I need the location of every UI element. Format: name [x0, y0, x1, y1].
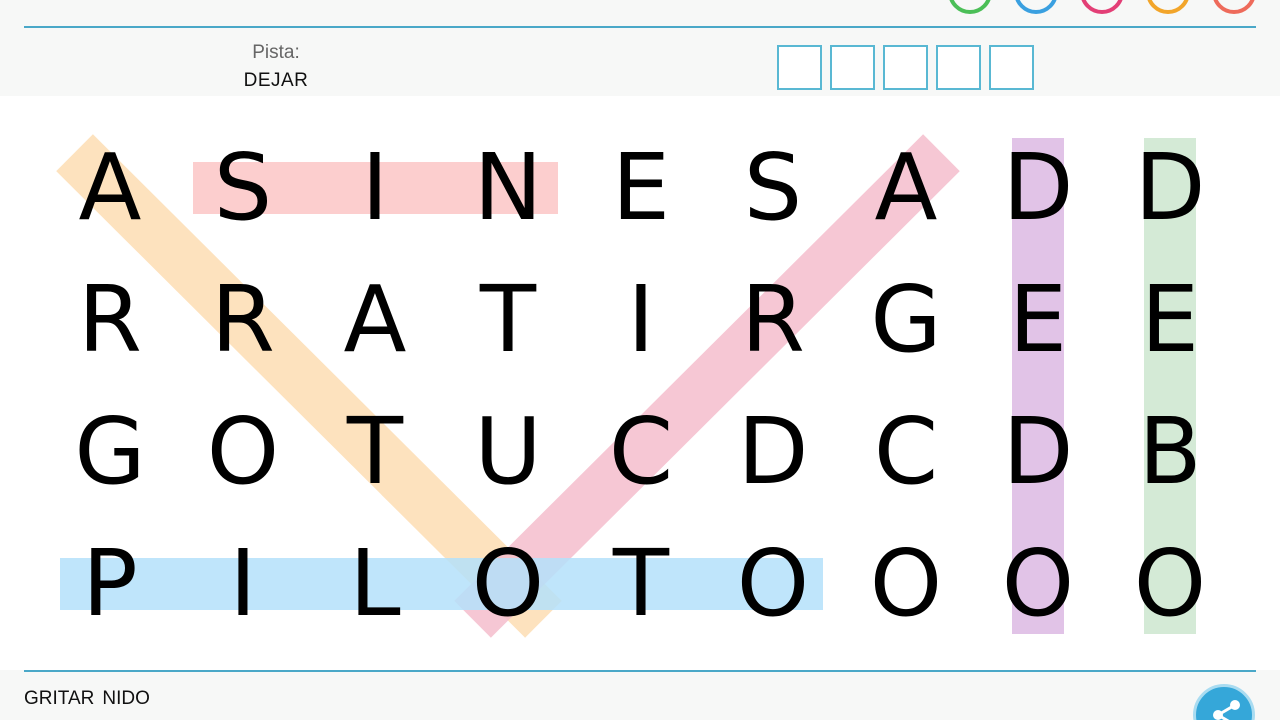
grid-letter[interactable]: D [1110, 128, 1230, 248]
grid-letter[interactable]: I [581, 260, 701, 380]
answer-slot [883, 45, 928, 90]
grid-letter[interactable]: R [713, 260, 833, 380]
grid-letter[interactable]: L [315, 524, 435, 644]
grid-letter[interactable]: G [846, 260, 966, 380]
grid-letter[interactable]: A [50, 128, 170, 248]
hint-panel: Pista: DEJAR [200, 42, 352, 92]
top-toolbar [0, 0, 1280, 26]
grid-letter[interactable]: T [581, 524, 701, 644]
grid-letter[interactable]: I [315, 128, 435, 248]
grid-letter[interactable]: U [448, 392, 568, 512]
found-words-list: GRITAR NIDO [24, 688, 150, 710]
grid-letter[interactable]: N [448, 128, 568, 248]
grid-letter[interactable]: R [50, 260, 170, 380]
grid-letter[interactable]: G [50, 392, 170, 512]
grid-letter[interactable]: O [1110, 524, 1230, 644]
grid-letter[interactable]: C [581, 392, 701, 512]
grid-letter[interactable]: O [978, 524, 1098, 644]
green-icon[interactable] [948, 0, 992, 14]
grid-letter[interactable]: E [978, 260, 1098, 380]
orange-icon[interactable] [1146, 0, 1190, 14]
found-word: NIDO [102, 688, 150, 709]
grid-letter[interactable]: R [183, 260, 303, 380]
grid-letter[interactable]: O [183, 392, 303, 512]
grid-letter[interactable]: D [713, 392, 833, 512]
hint-label: Pista: [252, 42, 300, 63]
answer-slot [989, 45, 1034, 90]
grid-letter[interactable]: O [713, 524, 833, 644]
grid-letter[interactable]: B [1110, 392, 1230, 512]
hint-word: DEJAR [243, 70, 309, 91]
pink-icon[interactable] [1080, 0, 1124, 14]
share-button[interactable] [1193, 684, 1255, 720]
grid-letter[interactable]: D [978, 392, 1098, 512]
letter-grid[interactable]: ASINESADDRRATIRGEEGOTUCDCDBPILOTOOOO [0, 96, 1280, 670]
grid-letter[interactable]: T [448, 260, 568, 380]
grid-letter[interactable]: I [183, 524, 303, 644]
grid-letter[interactable]: E [1110, 260, 1230, 380]
grid-letter[interactable]: T [315, 392, 435, 512]
help-icon[interactable] [1014, 0, 1058, 14]
grid-letter[interactable]: A [315, 260, 435, 380]
answer-slot [936, 45, 981, 90]
grid-letter[interactable]: S [183, 128, 303, 248]
grid-letter[interactable]: O [448, 524, 568, 644]
close-icon[interactable] [1212, 0, 1256, 14]
bottom-divider [24, 670, 1256, 672]
grid-letter[interactable]: S [713, 128, 833, 248]
grid-letter[interactable]: D [978, 128, 1098, 248]
grid-letter[interactable]: O [846, 524, 966, 644]
grid-letter[interactable]: P [50, 524, 170, 644]
grid-letter[interactable]: E [581, 128, 701, 248]
answer-slots [777, 45, 1034, 90]
share-icon [1213, 700, 1240, 720]
found-word: GRITAR [24, 688, 95, 709]
grid-letter[interactable]: C [846, 392, 966, 512]
answer-slot [777, 45, 822, 90]
grid-letter[interactable]: A [846, 128, 966, 248]
top-divider [24, 26, 1256, 28]
answer-slot [830, 45, 875, 90]
